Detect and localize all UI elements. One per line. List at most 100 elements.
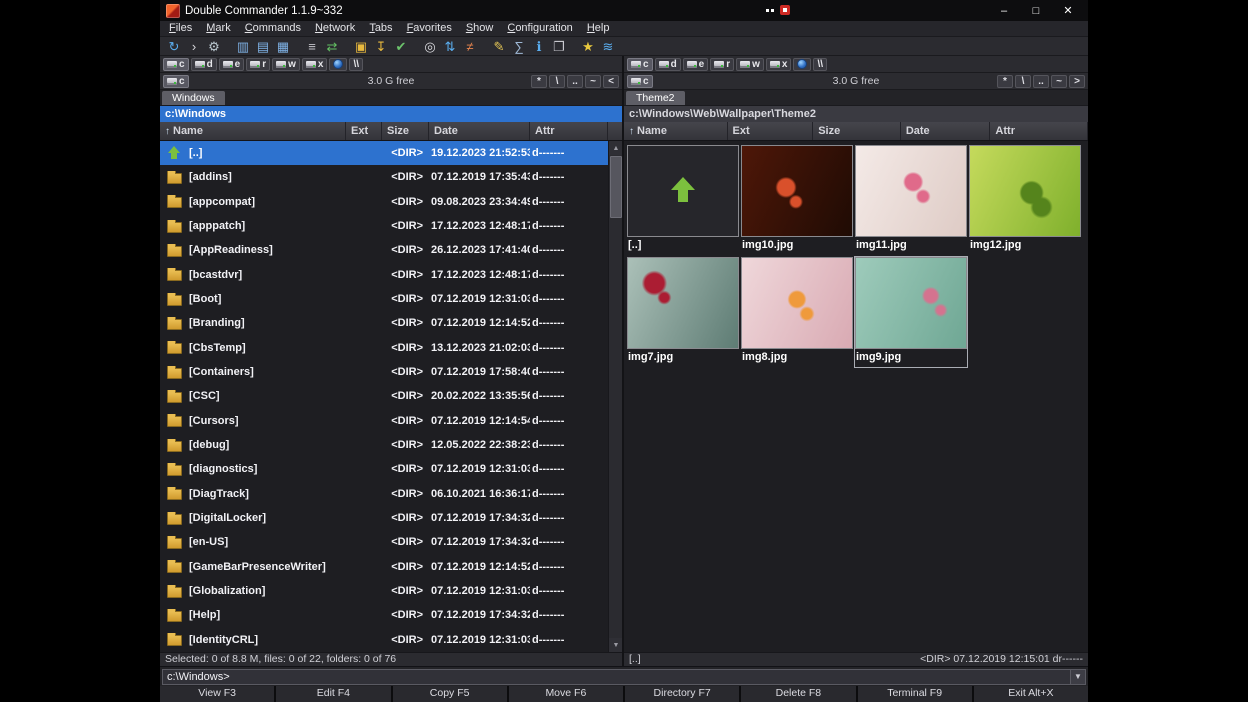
menu-item-tabs[interactable]: Tabs xyxy=(362,21,399,36)
find-files-icon[interactable]: ◎ xyxy=(421,38,439,55)
file-row[interactable]: [Containers]<DIR>07.12.2019 17:58:40d---… xyxy=(160,360,608,384)
thumbnail-item-img12jpg[interactable]: img12.jpg xyxy=(969,145,1081,255)
left-path-bar[interactable]: c:\Windows xyxy=(160,106,622,122)
right-drive-x-button[interactable]: x xyxy=(766,58,792,71)
column-header-name[interactable]: Name xyxy=(624,122,728,140)
menu-item-show[interactable]: Show xyxy=(459,21,501,36)
copy-names-icon[interactable]: ❐ xyxy=(550,38,568,55)
menu-item-commands[interactable]: Commands xyxy=(238,21,308,36)
menu-item-help[interactable]: Help xyxy=(580,21,617,36)
run-terminal-icon[interactable]: › xyxy=(185,38,203,55)
left-tab-windows[interactable]: Windows xyxy=(162,91,225,105)
right-unc-path-button[interactable]: \\ xyxy=(813,58,827,71)
file-row[interactable]: [IdentityCRL]<DIR>07.12.2019 12:31:03d--… xyxy=(160,628,608,652)
file-row[interactable]: [CSC]<DIR>20.02.2022 13:35:56d------- xyxy=(160,384,608,408)
calculate-space-icon[interactable]: ∑ xyxy=(510,38,528,55)
compare-contents-icon[interactable]: ≠ xyxy=(461,38,479,55)
menu-item-favorites[interactable]: Favorites xyxy=(400,21,459,36)
swap-panels-icon[interactable]: ⇄ xyxy=(323,38,341,55)
column-header-size[interactable]: Size xyxy=(813,122,901,140)
fn-copy-f5[interactable]: Copy F5 xyxy=(393,686,507,702)
column-header-name[interactable]: Name xyxy=(160,122,346,140)
title-bar[interactable]: Double Commander 1.1.9~332 – □ ✕ xyxy=(160,0,1088,21)
favorites-icon[interactable]: ★ xyxy=(579,38,597,55)
file-row[interactable]: [CbsTemp]<DIR>13.12.2023 21:02:03d------… xyxy=(160,336,608,360)
file-row[interactable]: [AppReadiness]<DIR>26.12.2023 17:41:40d-… xyxy=(160,238,608,262)
menu-item-files[interactable]: Files xyxy=(162,21,199,36)
maximize-button[interactable]: □ xyxy=(1020,0,1052,21)
file-row[interactable]: [Branding]<DIR>07.12.2019 12:14:52d-----… xyxy=(160,311,608,335)
synchronize-dirs-icon[interactable]: ⇅ xyxy=(441,38,459,55)
thumbnail-item-img7jpg[interactable]: img7.jpg xyxy=(627,257,739,367)
column-header-date[interactable]: Date xyxy=(429,122,530,140)
menu-item-configuration[interactable]: Configuration xyxy=(500,21,579,36)
file-row[interactable]: [debug]<DIR>12.05.2022 22:38:23d------- xyxy=(160,433,608,457)
command-history-dropdown-icon[interactable] xyxy=(1070,670,1085,684)
right-home-button[interactable]: ~ xyxy=(1051,75,1067,88)
fn-move-f6[interactable]: Move F6 xyxy=(509,686,623,702)
menu-item-network[interactable]: Network xyxy=(308,21,362,36)
right-drive-c-button[interactable]: c xyxy=(627,58,653,71)
column-header-attr[interactable]: Attr xyxy=(530,122,608,140)
file-row[interactable]: [Boot]<DIR>07.12.2019 12:31:03d------- xyxy=(160,287,608,311)
menu-item-mark[interactable]: Mark xyxy=(199,21,237,36)
left-mark-button[interactable]: * xyxy=(531,75,547,88)
scroll-down-icon[interactable] xyxy=(609,638,622,652)
left-parent-dir-button[interactable]: .. xyxy=(567,75,583,88)
fn-exit-alt-x[interactable]: Exit Alt+X xyxy=(974,686,1088,702)
left-unc-path-button[interactable]: \\ xyxy=(349,58,363,71)
right-drive-d-button[interactable]: d xyxy=(655,58,681,71)
right-network-drive-button[interactable] xyxy=(793,58,811,71)
network-connect-icon[interactable]: ≋ xyxy=(599,38,617,55)
file-row[interactable]: [diagnostics]<DIR>07.12.2019 12:31:03d--… xyxy=(160,457,608,481)
file-row[interactable]: [apppatch]<DIR>17.12.2023 12:48:17d-----… xyxy=(160,214,608,238)
column-header-size[interactable]: Size xyxy=(382,122,429,140)
scrollbar-thumb[interactable] xyxy=(610,156,622,218)
left-drive-e-button[interactable]: e xyxy=(219,58,245,71)
thumbnail-item-img8jpg[interactable]: img8.jpg xyxy=(741,257,853,367)
thumbnail-item-[interactable]: [..] xyxy=(627,145,739,255)
right-drive-select-button[interactable]: c xyxy=(627,75,653,88)
thumbnail-item-img9jpg[interactable]: img9.jpg xyxy=(855,257,967,367)
full-view-icon[interactable]: ▤ xyxy=(254,38,272,55)
refresh-icon[interactable]: ↻ xyxy=(165,38,183,55)
file-row[interactable]: [Help]<DIR>07.12.2019 17:34:32d------- xyxy=(160,603,608,627)
extract-files-icon[interactable]: ↧ xyxy=(372,38,390,55)
left-scrollbar[interactable] xyxy=(608,141,622,652)
thumbnail-item-img11jpg[interactable]: img11.jpg xyxy=(855,145,967,255)
fn-edit-f4[interactable]: Edit F4 xyxy=(276,686,390,702)
options-icon[interactable]: ⚙ xyxy=(205,38,223,55)
command-line-field[interactable]: c:\Windows> xyxy=(162,669,1086,685)
left-drive-select-button[interactable]: c xyxy=(163,75,189,88)
file-row[interactable]: [en-US]<DIR>07.12.2019 17:34:32d------- xyxy=(160,530,608,554)
file-row[interactable]: [DigitalLocker]<DIR>07.12.2019 17:34:32d… xyxy=(160,506,608,530)
pack-files-icon[interactable]: ▣ xyxy=(352,38,370,55)
right-root-button[interactable]: \ xyxy=(1015,75,1031,88)
file-row[interactable]: [Cursors]<DIR>07.12.2019 12:14:54d------… xyxy=(160,409,608,433)
file-row[interactable]: [addins]<DIR>07.12.2019 17:35:43d------- xyxy=(160,165,608,189)
column-header-date[interactable]: Date xyxy=(901,122,991,140)
left-home-button[interactable]: ~ xyxy=(585,75,601,88)
multi-rename-icon[interactable]: ✎ xyxy=(490,38,508,55)
left-network-drive-button[interactable] xyxy=(329,58,347,71)
right-tab-theme2[interactable]: Theme2 xyxy=(626,91,685,105)
right-drive-e-button[interactable]: e xyxy=(683,58,709,71)
right-path-bar[interactable]: c:\Windows\Web\Wallpaper\Theme2 xyxy=(624,106,1088,122)
column-header-ext[interactable]: Ext xyxy=(728,122,814,140)
test-archive-icon[interactable]: ✔ xyxy=(392,38,410,55)
file-row[interactable]: [Globalization]<DIR>07.12.2019 12:31:03d… xyxy=(160,579,608,603)
left-drive-c-button[interactable]: c xyxy=(163,58,189,71)
left-drive-w-button[interactable]: w xyxy=(272,58,300,71)
left-root-button[interactable]: \ xyxy=(549,75,565,88)
right-drive-r-button[interactable]: r xyxy=(710,58,734,71)
fn-directory-f7[interactable]: Directory F7 xyxy=(625,686,739,702)
left-history-button[interactable]: < xyxy=(603,75,619,88)
file-row[interactable]: [appcompat]<DIR>09.08.2023 23:34:49d----… xyxy=(160,190,608,214)
right-drive-w-button[interactable]: w xyxy=(736,58,764,71)
file-properties-icon[interactable]: ℹ xyxy=(530,38,548,55)
close-button[interactable]: ✕ xyxy=(1052,0,1084,21)
file-row[interactable]: [GameBarPresenceWriter]<DIR>07.12.2019 1… xyxy=(160,555,608,579)
thumbnail-item-img10jpg[interactable]: img10.jpg xyxy=(741,145,853,255)
flat-view-icon[interactable]: ≡ xyxy=(303,38,321,55)
column-header-attr[interactable]: Attr xyxy=(990,122,1088,140)
